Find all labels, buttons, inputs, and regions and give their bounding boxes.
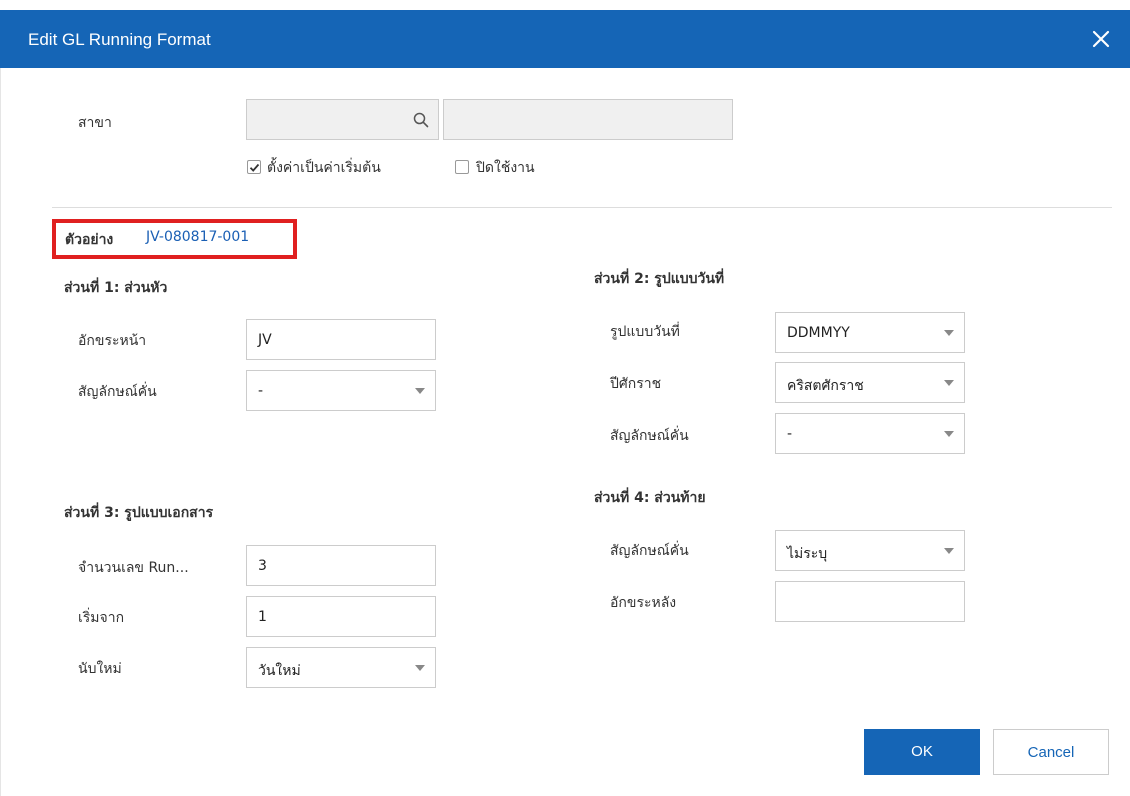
running-label: จำนวนเลข Run... [78,560,189,576]
part1-separator-select[interactable]: - [246,370,436,411]
reset-select[interactable]: วันใหม่ [246,647,436,688]
cancel-button[interactable]: Cancel [993,729,1109,775]
reset-label: นับใหม่ [78,661,122,677]
part1-title: ส่วนที่ 1: ส่วนหัว [64,280,168,296]
suffix-label: อักขระหลัง [610,595,677,611]
part4-title: ส่วนที่ 4: ส่วนท้าย [594,490,706,506]
example-label: ตัวอย่าง [65,232,114,248]
default-checkbox[interactable] [247,160,261,174]
default-checkbox-label: ตั้งค่าเป็นค่าเริ่มต้น [267,160,381,176]
running-input[interactable]: 3 [246,545,436,586]
chevron-down-icon [944,548,954,554]
divider [52,207,1112,208]
reset-value: วันใหม่ [258,663,301,679]
part2-separator-value: - [787,426,793,442]
prefix-label: อักขระหน้า [78,333,147,349]
example-value: JV-080817-001 [146,229,250,245]
prefix-value: JV [258,332,272,348]
dialog-header: Edit GL Running Format [0,10,1130,68]
date-format-select[interactable]: DDMMYY [775,312,965,353]
dialog-left-edge [0,68,1,796]
branch-name-input[interactable] [443,99,733,140]
search-icon[interactable] [412,111,430,129]
date-format-value: DDMMYY [787,325,850,341]
chevron-down-icon [944,431,954,437]
start-label: เริ่มจาก [78,610,125,626]
chevron-down-icon [415,388,425,394]
start-input[interactable]: 1 [246,596,436,637]
disable-checkbox-label: ปิดใช้งาน [476,160,535,176]
chevron-down-icon [415,665,425,671]
part2-title: ส่วนที่ 2: รูปแบบวันที่ [594,271,725,287]
close-icon[interactable] [1086,24,1116,54]
start-value: 1 [258,609,267,625]
prefix-input[interactable]: JV [246,319,436,360]
running-value: 3 [258,558,267,574]
dialog-title: Edit GL Running Format [28,30,211,49]
disable-checkbox[interactable] [455,160,469,174]
ok-button[interactable]: OK [864,729,980,775]
date-format-label: รูปแบบวันที่ [610,324,680,340]
suffix-input[interactable] [775,581,965,622]
part3-title: ส่วนที่ 3: รูปแบบเอกสาร [64,505,214,521]
chevron-down-icon [944,330,954,336]
part4-separator-select[interactable]: ไม่ระบุ [775,530,965,571]
era-value: คริสตศักราช [787,378,864,394]
checkmark-icon [249,163,260,172]
chevron-down-icon [944,380,954,386]
part2-separator-select[interactable]: - [775,413,965,454]
part2-separator-label: สัญลักษณ์คั่น [610,428,689,444]
part1-separator-value: - [258,383,264,399]
part4-separator-label: สัญลักษณ์คั่น [610,543,689,559]
era-select[interactable]: คริสตศักราช [775,362,965,403]
part4-separator-value: ไม่ระบุ [787,546,828,562]
era-label: ปีศักราช [610,376,662,392]
part1-separator-label: สัญลักษณ์คั่น [78,384,157,400]
branch-code-input[interactable] [246,99,439,140]
branch-label: สาขา [78,115,112,131]
